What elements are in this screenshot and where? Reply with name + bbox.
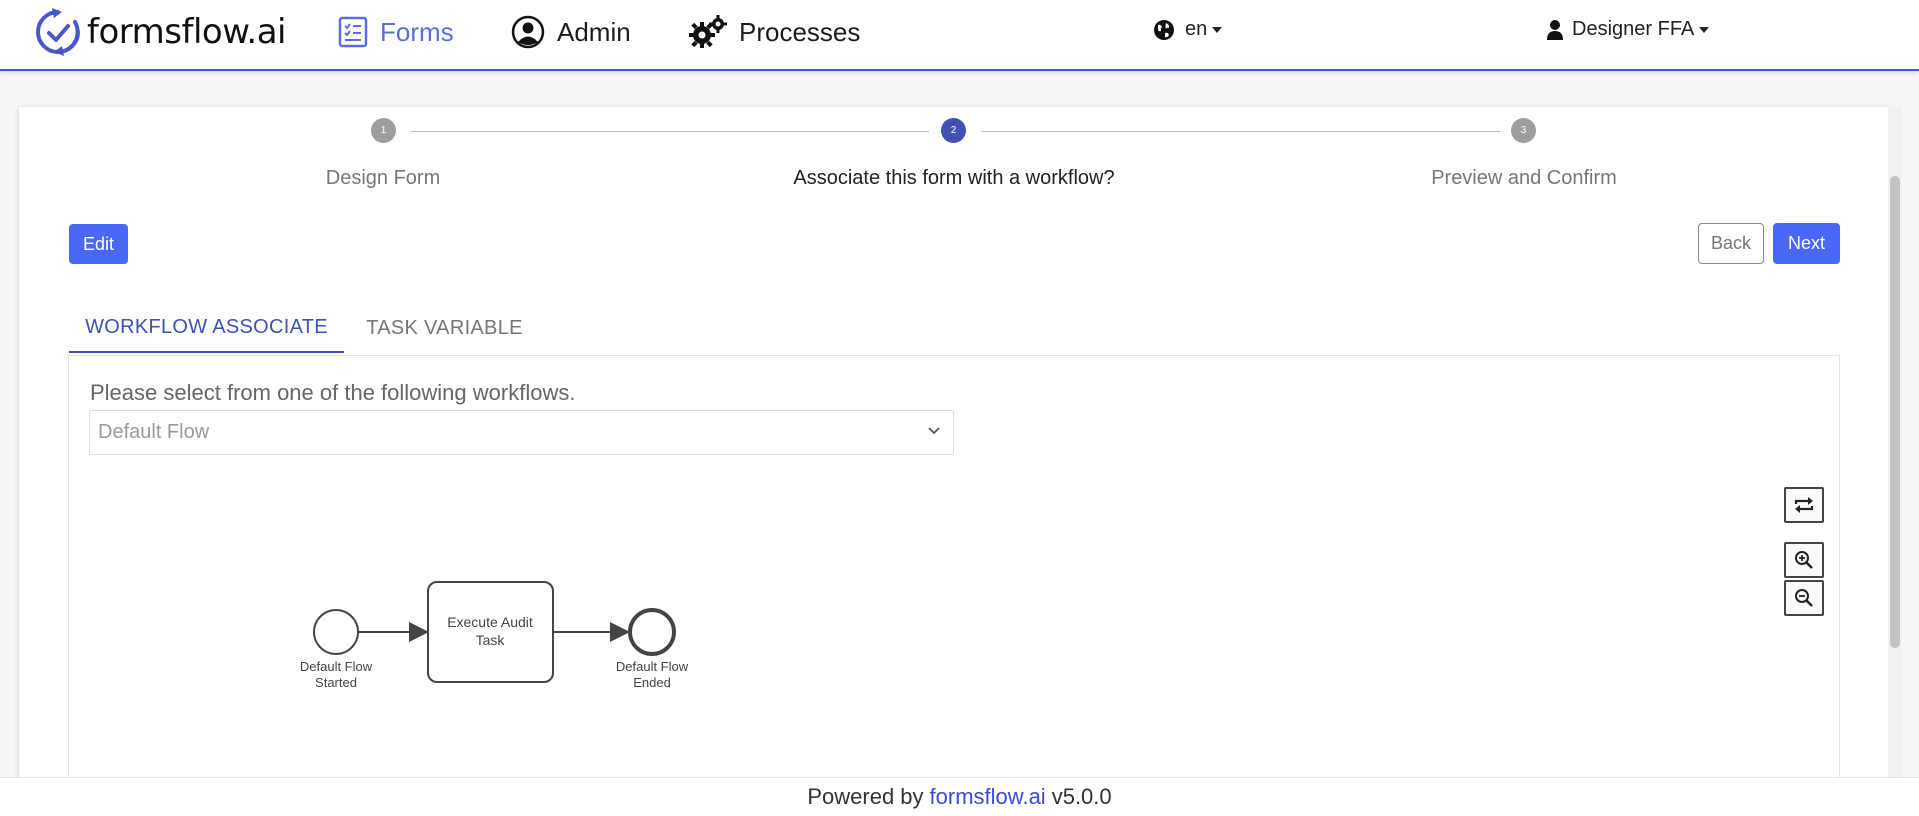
caret-down-icon [1699, 26, 1710, 33]
step-3-indicator[interactable]: 3 [1511, 118, 1536, 143]
nav-forms-label: Forms [380, 16, 454, 47]
end-event[interactable] [628, 608, 676, 656]
zoom-in-button[interactable] [1784, 542, 1824, 578]
start-event-label: Default Flow [300, 659, 373, 674]
step-2-label: Associate this form with a workflow? [793, 167, 1115, 189]
start-event-label: Started [315, 675, 357, 690]
end-event-label: Default Flow [616, 659, 689, 674]
caret-down-icon [1212, 26, 1223, 33]
step-2-indicator[interactable]: 2 [941, 118, 966, 143]
user-circle-icon [511, 15, 545, 49]
gears-icon [689, 15, 727, 48]
nav-processes[interactable]: Processes [689, 14, 860, 50]
user-icon [1547, 19, 1563, 40]
footer-version: v5.0.0 [1051, 784, 1112, 809]
brand-logo[interactable]: formsflow.ai [35, 6, 286, 58]
stepper-connector [411, 131, 929, 132]
bpmn-diagram: Execute Audit Task Default Flow Started … [300, 581, 689, 690]
task-label: Task [476, 632, 506, 648]
tab-workflow-associate[interactable]: WORKFLOW ASSOCIATE [69, 303, 344, 353]
zoom-out-icon [1795, 589, 1813, 607]
user-name: Designer FFA [1572, 18, 1695, 40]
step-3-label: Preview and Confirm [1431, 167, 1617, 189]
forms-icon [338, 16, 368, 48]
footer-brand-link[interactable]: formsflow.ai [930, 784, 1046, 810]
brand-name: formsflow.ai [87, 12, 286, 52]
step-1-indicator[interactable]: 1 [371, 118, 396, 143]
nav-admin[interactable]: Admin [511, 14, 631, 50]
end-event-label: Ended [633, 675, 671, 690]
reset-view-icon [1794, 497, 1814, 513]
nav-processes-label: Processes [739, 16, 861, 47]
language-dropdown[interactable]: en [1153, 18, 1223, 41]
tab-task-variable[interactable]: TASK VARIABLE [352, 303, 537, 353]
edit-button[interactable]: Edit [69, 224, 128, 264]
language-label: en [1185, 18, 1208, 40]
start-event[interactable] [313, 609, 359, 655]
zoom-out-button[interactable] [1784, 580, 1824, 616]
step-1-label: Design Form [325, 167, 441, 189]
user-dropdown[interactable]: Designer FFA [1546, 18, 1710, 41]
stepper-connector [981, 131, 1500, 132]
formsflow-logo-icon [36, 8, 80, 56]
back-button[interactable]: Back [1698, 223, 1764, 264]
zoom-in-icon [1795, 551, 1813, 569]
footer-prefix: Powered by [807, 784, 924, 809]
page-scrollbar-thumb[interactable] [1890, 176, 1900, 648]
footer: Powered by formsflow.ai v5.0.0 [0, 777, 1919, 816]
globe-icon [1154, 19, 1174, 40]
next-button[interactable]: Next [1773, 223, 1840, 264]
task-label: Execute Audit [447, 614, 533, 630]
workflow-select-value: Default Flow [98, 421, 210, 443]
nav-forms[interactable]: Forms [338, 14, 454, 50]
top-navbar: formsflow.ai Forms Admin Processes en De… [0, 0, 1919, 71]
workflow-prompt: Please select from one of the following … [90, 380, 576, 405]
reset-view-button[interactable] [1784, 487, 1824, 523]
workflow-select[interactable]: Default Flow [89, 410, 954, 455]
nav-admin-label: Admin [557, 16, 631, 47]
chevron-down-icon [928, 427, 940, 435]
